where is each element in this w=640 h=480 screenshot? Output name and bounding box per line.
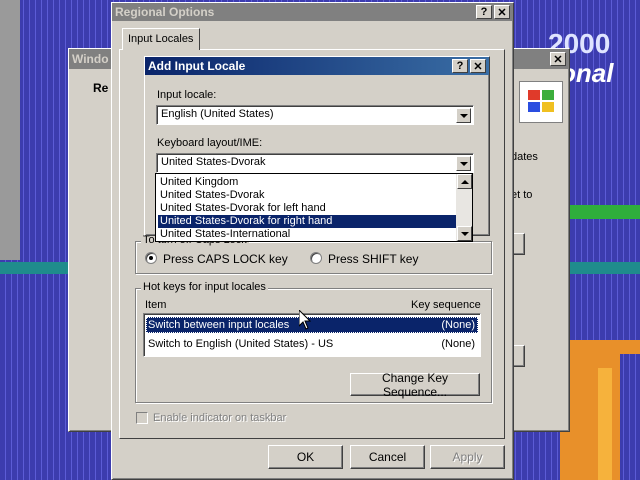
shift-radio-label[interactable]: Press SHIFT key bbox=[328, 252, 418, 266]
chevron-down-icon[interactable] bbox=[456, 156, 471, 171]
list-item-highlighted[interactable]: United States-Dvorak for right hand bbox=[158, 215, 459, 228]
input-locale-dropdown[interactable]: English (United States) bbox=[156, 105, 474, 125]
enable-indicator-label: Enable indicator on taskbar bbox=[153, 412, 287, 424]
hotkey-item: Switch to English (United States) - US bbox=[148, 338, 334, 350]
list-item[interactable]: United Kingdom bbox=[158, 176, 459, 189]
tab-input-locales[interactable]: Input Locales bbox=[122, 28, 200, 50]
add-input-locale-title: Add Input Locale bbox=[148, 59, 246, 73]
table-row[interactable]: Switch to English (United States) - US (… bbox=[146, 336, 478, 352]
enable-indicator-checkbox[interactable] bbox=[136, 412, 148, 424]
input-locale-label: Input locale: bbox=[157, 89, 217, 101]
list-item[interactable]: United States-International bbox=[158, 228, 459, 241]
apply-button[interactable]: Apply bbox=[430, 445, 505, 469]
list-item[interactable]: United States-Dvorak bbox=[158, 189, 459, 202]
ok-button[interactable]: OK bbox=[268, 445, 343, 469]
windows-flag-icon bbox=[519, 81, 563, 123]
close-icon[interactable]: ✕ bbox=[550, 52, 566, 66]
regional-options-title: Regional Options bbox=[115, 5, 215, 19]
close-icon[interactable]: ✕ bbox=[494, 5, 510, 19]
mouse-cursor-icon bbox=[298, 308, 312, 333]
back-window-side-text-1: dates bbox=[511, 151, 538, 163]
desktop-orange-stripe bbox=[598, 368, 612, 480]
add-input-locale-titlebar[interactable]: Add Input Locale ? ✕ bbox=[145, 57, 489, 75]
close-icon[interactable]: ✕ bbox=[470, 59, 486, 73]
list-scrollbar[interactable] bbox=[456, 174, 472, 241]
table-row[interactable]: Switch between input locales (None) bbox=[146, 317, 478, 333]
help-icon[interactable]: ? bbox=[452, 59, 468, 73]
hotkeys-list[interactable]: Switch between input locales (None) Swit… bbox=[143, 313, 481, 357]
caps-lock-radio-label[interactable]: Press CAPS LOCK key bbox=[163, 252, 288, 266]
hotkey-item: Switch between input locales bbox=[148, 319, 290, 331]
regional-options-titlebar[interactable]: Regional Options ? ✕ bbox=[112, 3, 513, 21]
chevron-down-icon[interactable] bbox=[456, 108, 471, 123]
hotkey-key: (None) bbox=[441, 319, 475, 331]
list-item[interactable]: United States-Dvorak for left hand bbox=[158, 202, 459, 215]
scroll-up-arrow-icon[interactable] bbox=[457, 174, 472, 189]
col-key-header: Key sequence bbox=[411, 299, 481, 311]
back-window-text: Re bbox=[93, 81, 109, 95]
scroll-down-arrow-icon[interactable] bbox=[457, 226, 472, 241]
keyboard-layout-label: Keyboard layout/IME: bbox=[157, 137, 263, 149]
shift-radio[interactable] bbox=[310, 252, 322, 264]
help-icon[interactable]: ? bbox=[476, 5, 492, 19]
keyboard-layout-dropdown[interactable]: United States-Dvorak bbox=[156, 153, 474, 173]
hotkey-key: (None) bbox=[441, 338, 475, 350]
change-key-sequence-button[interactable]: Change Key Sequence... bbox=[350, 371, 480, 399]
keyboard-layout-value: United States-Dvorak bbox=[161, 156, 266, 168]
back-window-side-text-2: et to bbox=[511, 189, 533, 201]
caps-lock-radio[interactable] bbox=[145, 252, 157, 264]
cancel-button[interactable]: Cancel bbox=[350, 445, 425, 469]
col-item-header: Item bbox=[145, 299, 167, 311]
desktop-green-band bbox=[565, 205, 640, 219]
keyboard-layout-list[interactable]: United Kingdom United States-Dvorak Unit… bbox=[155, 173, 473, 242]
input-locale-value: English (United States) bbox=[161, 108, 274, 120]
desktop-gray-panel bbox=[0, 0, 20, 260]
hotkeys-group-label: Hot keys for input locales bbox=[141, 281, 268, 293]
